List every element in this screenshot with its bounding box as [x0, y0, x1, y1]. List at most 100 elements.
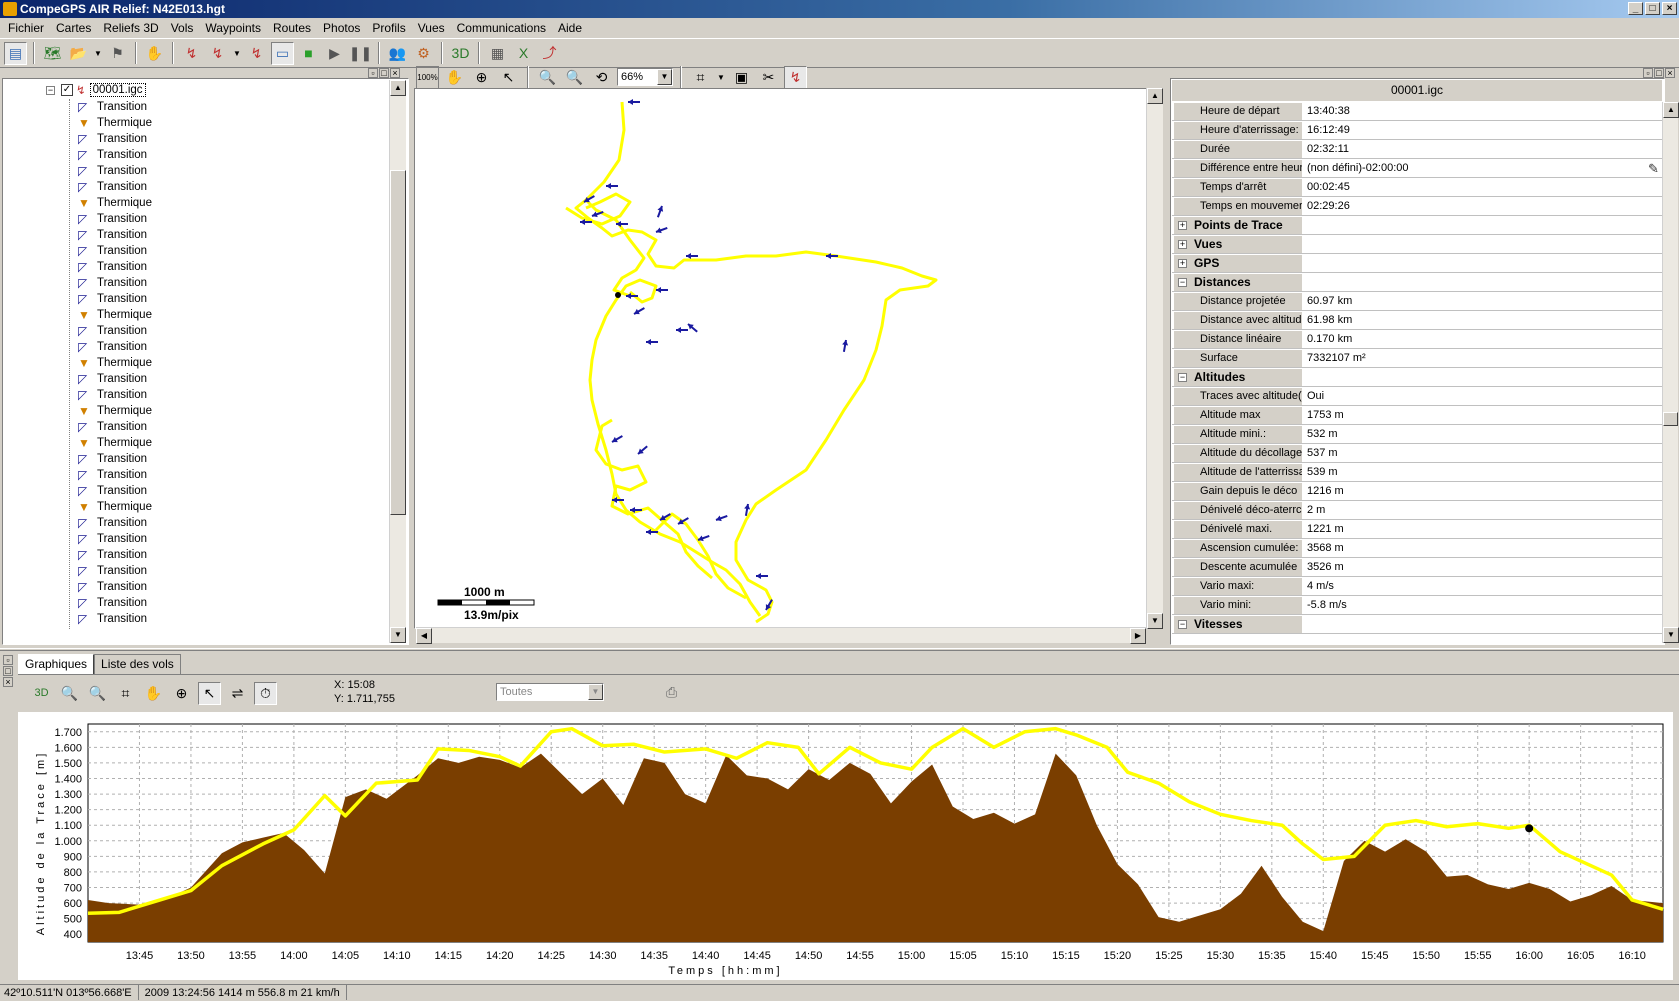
edit-pencil-icon[interactable]: ✎ [1648, 161, 1659, 177]
menu-item-aide[interactable]: Aide [552, 21, 588, 35]
property-row[interactable]: Différence entre heur (non défini)-02:00:… [1172, 159, 1662, 178]
profile-chart-icon[interactable]: ▭ [271, 41, 294, 65]
expand-icon[interactable]: + [1178, 259, 1187, 268]
open-map-icon[interactable]: 🗺 [41, 42, 64, 65]
property-row[interactable]: Altitude du décollage: 537 m [1172, 444, 1662, 463]
view-3d-icon[interactable]: 3D [449, 42, 472, 65]
zoom-100-icon[interactable]: 100% [416, 65, 439, 89]
pane-restore-icon[interactable]: ▫ [3, 655, 13, 665]
pane-restore-icon[interactable]: ▫ [368, 68, 378, 78]
track-analysis-icon[interactable]: ↯ [245, 42, 268, 65]
property-row[interactable]: Traces avec altitude(Oui [1172, 387, 1662, 406]
property-row[interactable]: Distance avec altitud 61.98 km [1172, 311, 1662, 330]
menu-item-waypoints[interactable]: Waypoints [199, 21, 267, 35]
close-button[interactable]: × [1662, 2, 1677, 15]
tree-item[interactable]: ◸ Transition [78, 563, 147, 579]
scroll-up-icon[interactable]: ▲ [390, 80, 406, 96]
tree-item[interactable]: ◸ Transition [78, 275, 147, 291]
zoom-window-icon[interactable]: ⊕ [470, 66, 493, 89]
scroll-thumb[interactable] [1663, 412, 1678, 426]
scroll-thumb[interactable] [390, 170, 406, 515]
collapse-icon[interactable]: − [46, 85, 55, 95]
tree-item[interactable]: ◸ Transition [78, 483, 147, 499]
property-section[interactable]: Vitesses − [1172, 615, 1662, 634]
scroll-down-icon[interactable]: ▼ [390, 627, 406, 643]
menu-item-communications[interactable]: Communications [451, 21, 552, 35]
chevron-down-icon[interactable]: ▼ [657, 69, 672, 85]
tree-item[interactable]: ▼ Thermique [78, 355, 152, 371]
view-3d-icon[interactable]: 3D [30, 682, 53, 705]
tree-item[interactable]: ◸ Transition [78, 259, 147, 275]
property-row[interactable]: Gain depuis le déco 1216 m [1172, 482, 1662, 501]
pan-hand-icon[interactable]: ✋ [443, 66, 466, 89]
property-row[interactable]: Durée 02:32:11 [1172, 140, 1662, 159]
property-row[interactable]: Heure de départ 13:40:38 [1172, 102, 1662, 121]
tree-item[interactable]: ◸ Transition [78, 387, 147, 403]
scroll-up-icon[interactable]: ▲ [1663, 102, 1679, 118]
tree-item[interactable]: ▼ Thermique [78, 115, 152, 131]
select-arrow-icon[interactable]: ↖ [198, 681, 221, 705]
altitude-chart[interactable]: 1.700 1.600 1.500 1.400 1.300 1.200 1.100 1.000… [18, 712, 1673, 980]
open-file-icon[interactable]: 📂 [67, 42, 90, 65]
menu-item-vols[interactable]: Vols [165, 21, 200, 35]
zoom-in-icon[interactable]: 🔍 [86, 682, 109, 705]
pane-close-icon[interactable]: × [1665, 68, 1675, 78]
tree-item[interactable]: ◸ Transition [78, 147, 147, 163]
property-row[interactable]: Dénivelé déco-aterrc 2 m [1172, 501, 1662, 520]
property-section[interactable]: Vues + [1172, 235, 1662, 254]
tree-item[interactable]: ◸ Transition [78, 467, 147, 483]
track-edit-icon[interactable]: ↯ [206, 42, 229, 65]
map-view-icon[interactable]: ▣ [730, 66, 753, 89]
tab-liste-des-vols[interactable]: Liste des vols [94, 654, 181, 674]
dropdown-arrow-icon[interactable]: ▼ [232, 42, 242, 65]
tree-item[interactable]: ▼ Thermique [78, 403, 152, 419]
expand-icon[interactable]: + [1178, 221, 1187, 230]
filter-select[interactable]: Toutes ▼ [496, 683, 604, 701]
menu-item-cartes[interactable]: Cartes [50, 21, 97, 35]
minimize-button[interactable]: _ [1628, 2, 1643, 15]
map-hscroll[interactable]: ◀ ▶ [416, 627, 1146, 644]
tree-item[interactable]: ◸ Transition [78, 291, 147, 307]
track-tool-icon[interactable]: ↯ [784, 65, 807, 89]
dropdown-arrow-icon[interactable]: ▼ [93, 42, 103, 65]
tree-item[interactable]: ◸ Transition [78, 595, 147, 611]
property-row[interactable]: Distance projetée 60.97 km [1172, 292, 1662, 311]
tree-item[interactable]: ◸ Transition [78, 611, 147, 627]
tree-item[interactable]: ◸ Transition [78, 371, 147, 387]
competition-icon[interactable]: ⚙ [412, 42, 435, 65]
expand-icon[interactable]: − [1178, 373, 1187, 382]
scroll-right-icon[interactable]: ▶ [1130, 628, 1146, 644]
pan-hand-icon[interactable]: ✋ [142, 682, 165, 705]
track-icon[interactable]: ↯ [180, 42, 203, 65]
zoom-in-icon[interactable]: 🔍 [563, 66, 586, 89]
gps-connect-icon[interactable]: ⤴ [538, 42, 561, 65]
play-icon[interactable]: ▶ [323, 42, 346, 65]
property-row[interactable]: Altitude mini.: 532 m [1172, 425, 1662, 444]
pane-close-icon[interactable]: × [3, 677, 13, 687]
tree-item[interactable]: ◸ Transition [78, 531, 147, 547]
menu-item-reliefs-3d[interactable]: Reliefs 3D [97, 21, 164, 35]
stop-icon[interactable]: ■ [297, 42, 320, 65]
tree-item[interactable]: ▼ Thermique [78, 307, 152, 323]
tree-item[interactable]: ▼ Thermique [78, 499, 152, 515]
checkbox[interactable]: ✓ [61, 84, 73, 96]
tree-item[interactable]: ◸ Transition [78, 515, 147, 531]
scroll-down-icon[interactable]: ▼ [1147, 613, 1163, 629]
property-row[interactable]: Heure d'aterrissage: 16:12:49 [1172, 121, 1662, 140]
tree-item[interactable]: ◸ Transition [78, 131, 147, 147]
map-view[interactable]: 1000 m 13.9m/pix [416, 90, 1146, 627]
expand-icon[interactable]: − [1178, 620, 1187, 629]
pause-icon[interactable]: ❚❚ [349, 42, 372, 65]
menu-item-profils[interactable]: Profils [366, 21, 411, 35]
zoom-window-icon[interactable]: ⊕ [170, 682, 193, 705]
tab-graphiques[interactable]: Graphiques [18, 654, 95, 674]
property-section[interactable]: Points de Trace + [1172, 216, 1662, 235]
scroll-down-icon[interactable]: ▼ [1663, 627, 1679, 643]
select-arrow-icon[interactable]: ↖ [497, 66, 520, 89]
property-row[interactable]: Surface 7332107 m² [1172, 349, 1662, 368]
time-axis-icon[interactable]: ⏱ [254, 681, 277, 705]
property-row[interactable]: Distance linéaire 0.170 km [1172, 330, 1662, 349]
property-row[interactable]: Vario mini: -5.8 m/s [1172, 596, 1662, 615]
property-row[interactable]: Altitude de l'atterrissa 539 m [1172, 463, 1662, 482]
props-scrollbar[interactable]: ▲ ▼ [1662, 102, 1679, 643]
